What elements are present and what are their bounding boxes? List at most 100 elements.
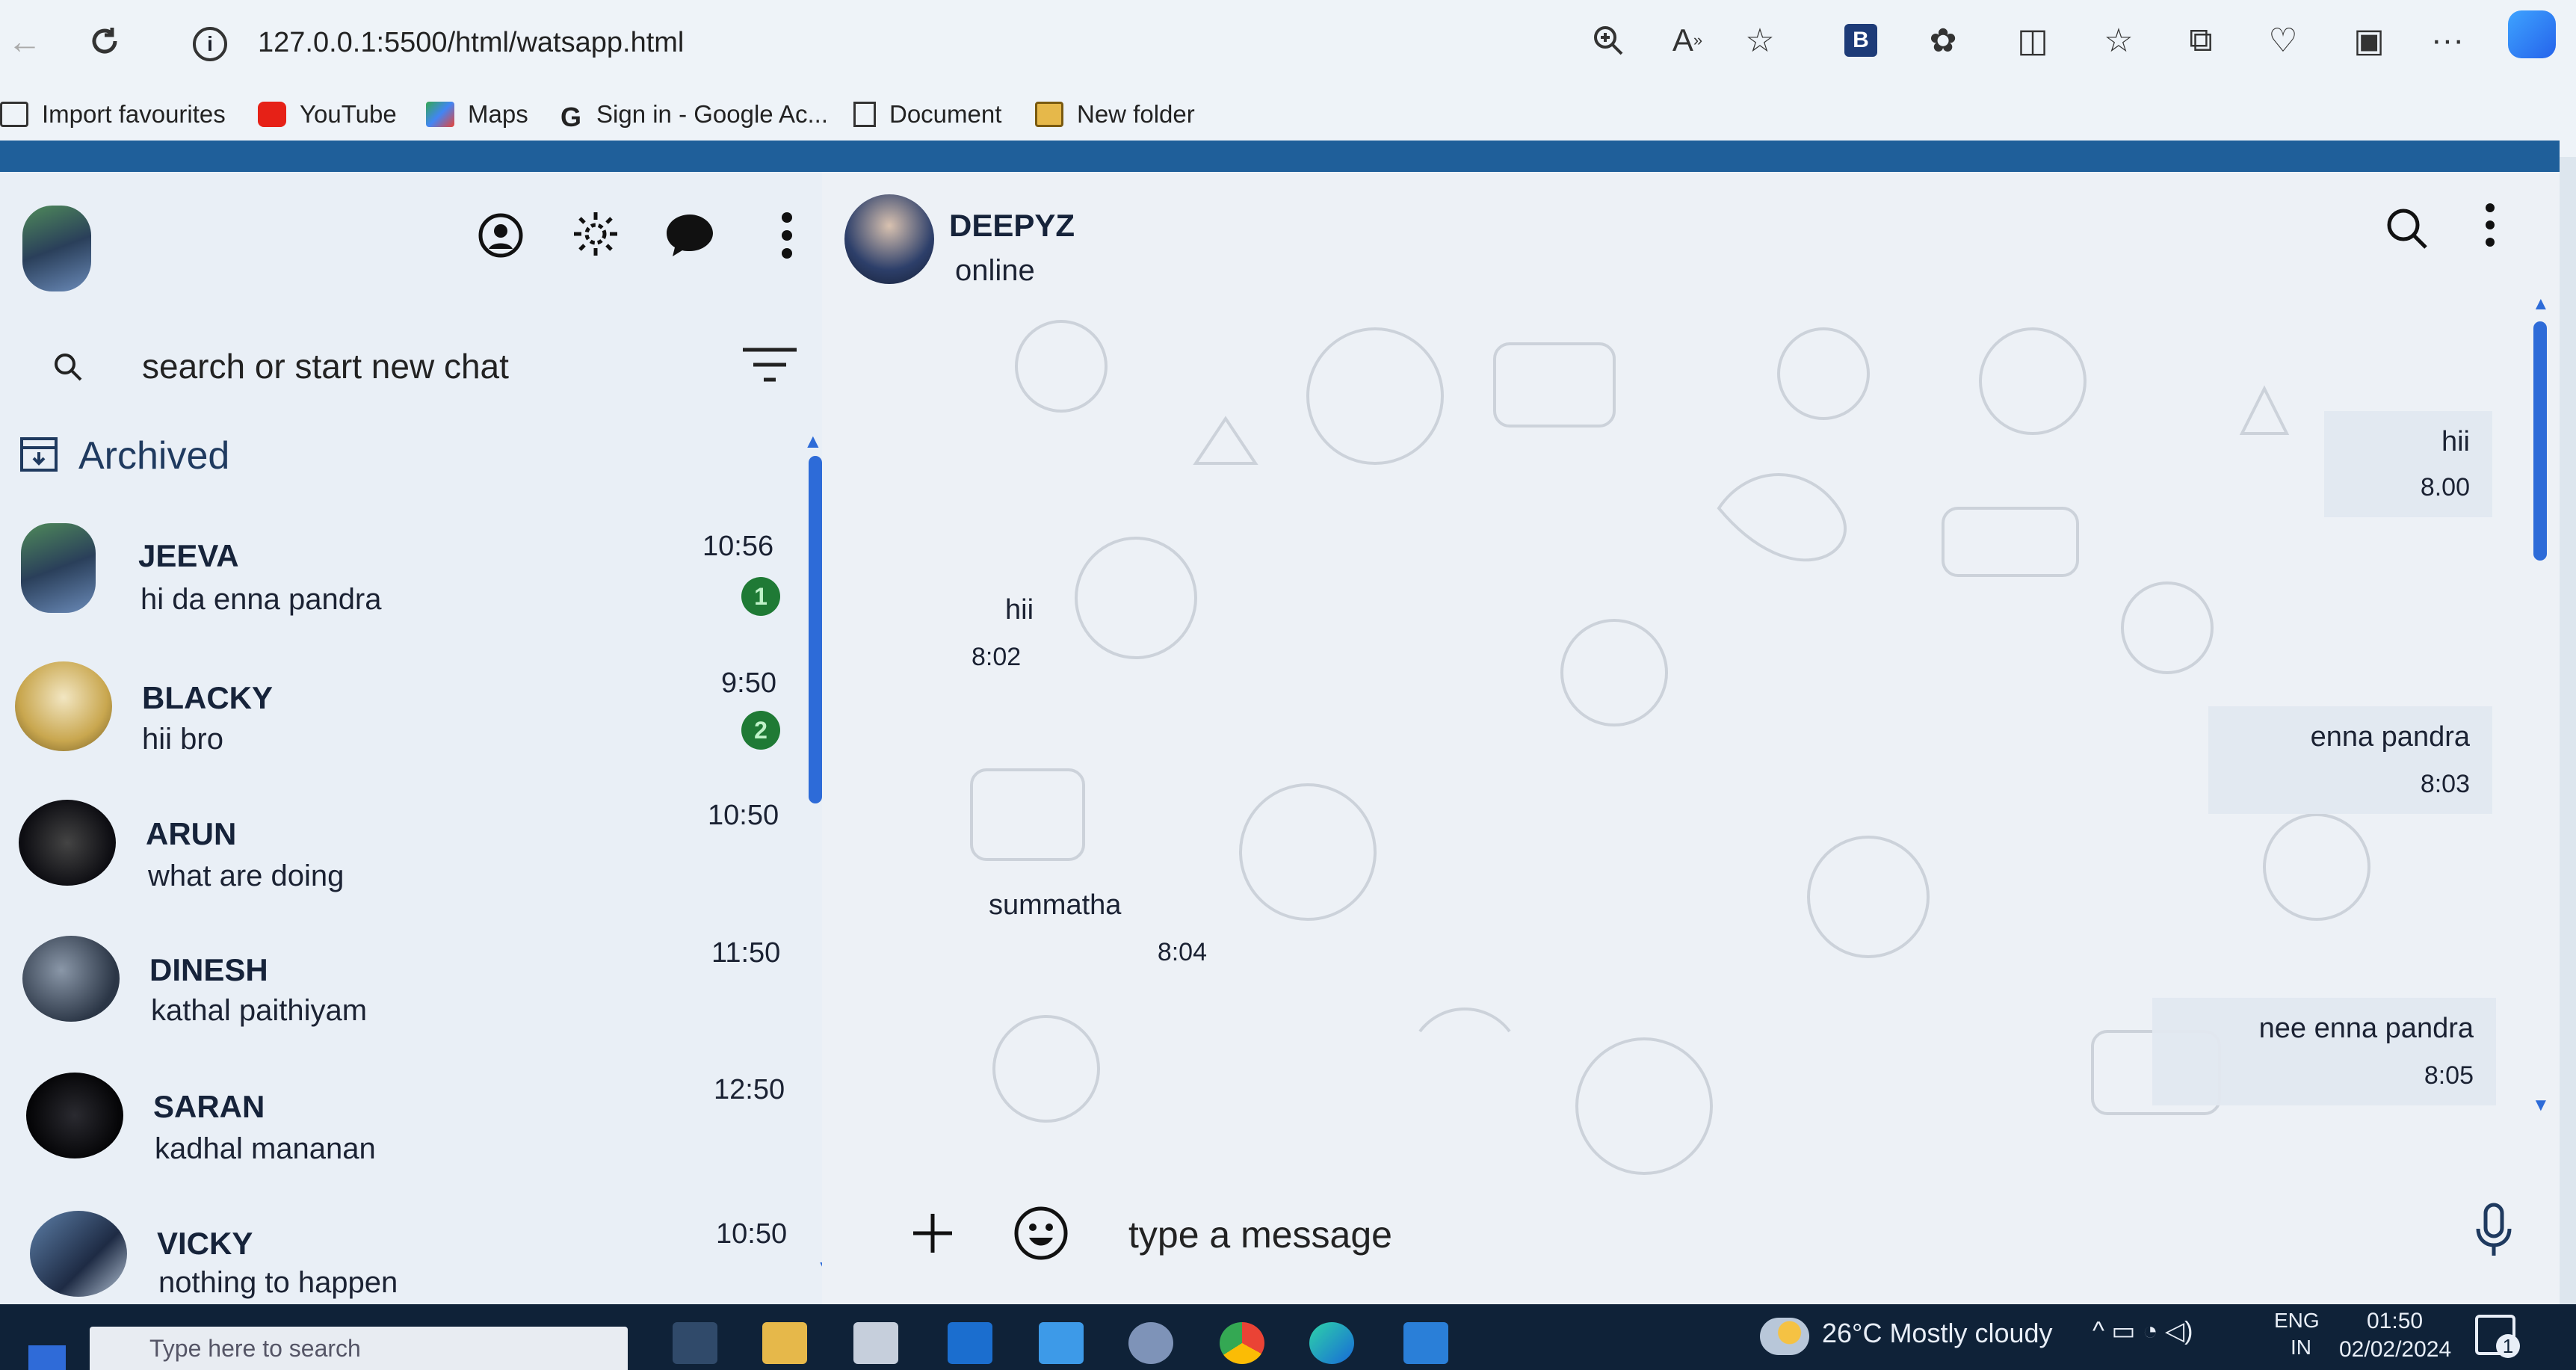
chat-name: DINESH [149,952,268,987]
performance-icon[interactable]: ♡ [2261,18,2305,63]
taskbar-search-input[interactable]: Type here to search [90,1327,628,1370]
bookmark-youtube[interactable]: YouTube [258,96,397,133]
emoji-icon[interactable] [1013,1205,1069,1265]
region-indicator[interactable]: IN [2291,1336,2311,1360]
site-info-icon[interactable]: i [193,27,227,61]
split-screen-icon[interactable]: ◫ [2010,18,2055,63]
conversation-menu-icon[interactable] [2483,202,2498,252]
contact-status: online [955,254,1035,287]
chat-item-blacky[interactable]: BLACKY hii bro 9:50 2 [0,661,792,796]
google-icon: G [560,102,582,132]
communities-icon[interactable] [569,208,622,260]
chat-time: 10:56 [702,531,774,562]
conversation-pane: DEEPYZ online hii 8.00 hii 8:02 enna pan… [822,172,2560,1304]
refresh-icon [92,28,117,54]
address-bar[interactable]: 127.0.0.1:5500/html/watsapp.html [258,27,684,59]
edge-icon[interactable] [1309,1322,1354,1364]
clock-date[interactable]: 02/02/2024 [2339,1337,2451,1363]
bookmark-import-favourites[interactable]: Import favourites [0,96,226,133]
file-explorer-icon[interactable] [762,1322,807,1364]
chat-sidebar: Archived JEEVA hi da enna pandra 10:56 1… [0,172,835,1304]
chat-last-message: hii bro [142,723,223,756]
sidebar-icon[interactable]: ▣ [2347,18,2391,63]
message-text: summatha [989,889,1122,921]
vscode-icon[interactable] [1403,1322,1448,1364]
windows-taskbar: Type here to search 26°C Mostly cloudy ^… [0,1304,2576,1370]
chat-last-message: kadhal mananan [155,1132,376,1165]
extension-icon[interactable]: ✿ [1921,18,1965,63]
app-icon[interactable] [1128,1322,1173,1364]
sidebar-scroll-up-icon[interactable]: ▲ [803,430,823,453]
chat-name: ARUN [146,816,237,851]
search-icon[interactable] [2384,206,2430,256]
read-aloud-icon[interactable]: A» [1665,18,1710,63]
chat-item-dinesh[interactable]: DINESH kathal paithiyam 11:50 [0,936,792,1070]
menu-icon[interactable] [761,209,813,262]
unread-badge: 2 [741,711,780,750]
message-text: enna pandra [2310,721,2470,753]
new-chat-icon[interactable] [664,209,716,262]
chat-name: BLACKY [142,680,273,715]
collections-icon[interactable]: ⧉ [2178,18,2223,63]
message-text: nee enna pandra [2258,1013,2474,1044]
bookmark-document[interactable]: Document [853,96,1001,133]
avatar [30,1211,127,1297]
search-bar [22,321,807,411]
conversation-scrollbar[interactable] [2533,321,2547,561]
message-input[interactable] [1128,1211,2249,1259]
message-outgoing: enna pandra 8:03 [2208,706,2492,814]
chat-scroll-down-icon[interactable]: ▼ [2532,1095,2550,1116]
attach-plus-icon[interactable] [910,1211,955,1259]
filter-icon[interactable] [740,344,800,392]
search-input[interactable] [142,344,665,389]
system-tray-icons[interactable]: ^ ▭ ◔ ◁) [2092,1316,2193,1346]
chat-item-saran[interactable]: SARAN kadhal mananan 12:50 [0,1073,792,1207]
refresh-button[interactable] [86,22,123,60]
clock-time[interactable]: 01:50 [2367,1309,2423,1334]
avatar [26,1073,123,1158]
more-icon[interactable]: ··· [2425,18,2470,63]
unread-badge: 1 [741,577,780,616]
contact-name[interactable]: DEEPYZ [949,208,1075,244]
my-avatar[interactable] [22,206,91,291]
copilot-icon[interactable] [2508,10,2556,58]
archive-icon [19,436,59,477]
microphone-icon[interactable] [2474,1202,2514,1262]
task-view-icon[interactable] [673,1322,717,1364]
chat-last-message: nothing to happen [158,1266,398,1299]
mail-icon[interactable] [948,1322,992,1364]
chat-last-message: hi da enna pandra [140,583,382,616]
windows-start-icon[interactable] [28,1345,66,1370]
chat-last-message: what are doing [148,860,345,892]
weather-icon [1760,1318,1809,1355]
bookmark-maps[interactable]: Maps [426,96,528,133]
store-icon[interactable] [853,1322,898,1364]
avatar [21,523,96,613]
chat-last-message: kathal paithiyam [151,994,368,1027]
message-time: 8.00 [2420,473,2470,502]
notes-icon[interactable] [1039,1322,1084,1364]
status-icon[interactable] [475,209,527,262]
bookmark-new-folder[interactable]: New folder [1035,96,1195,133]
whatsapp-app: Archived JEEVA hi da enna pandra 10:56 1… [0,172,2560,1304]
notification-count: 1 [2496,1334,2520,1358]
sidebar-scrollbar[interactable] [809,456,822,803]
star-icon[interactable]: ☆ [1738,18,1782,63]
bookmark-google-signin[interactable]: G Sign in - Google Ac... [560,96,828,133]
weather-text[interactable]: 26°C Mostly cloudy [1822,1318,2053,1349]
chat-time: 9:50 [721,667,776,699]
chat-time: 11:50 [711,937,781,969]
message-incoming: summatha 8:04 [945,874,1229,982]
contact-avatar[interactable] [844,194,934,284]
language-indicator[interactable]: ENG [2274,1309,2320,1333]
chat-item-arun[interactable]: ARUN what are doing 10:50 [0,800,792,934]
back-button[interactable]: ← [6,22,43,61]
zoom-icon[interactable] [1586,18,1631,63]
chat-item-jeeva[interactable]: JEEVA hi da enna pandra 10:56 1 [0,523,792,658]
message-outgoing: nee enna pandra 8:05 [2152,998,2496,1105]
chrome-icon[interactable] [1220,1322,1264,1364]
favourites-icon[interactable]: ☆ [2096,18,2141,63]
bing-icon[interactable]: B [1838,18,1883,63]
chat-scroll-up-icon[interactable]: ▲ [2532,294,2550,315]
archived-row[interactable]: Archived [19,426,691,486]
